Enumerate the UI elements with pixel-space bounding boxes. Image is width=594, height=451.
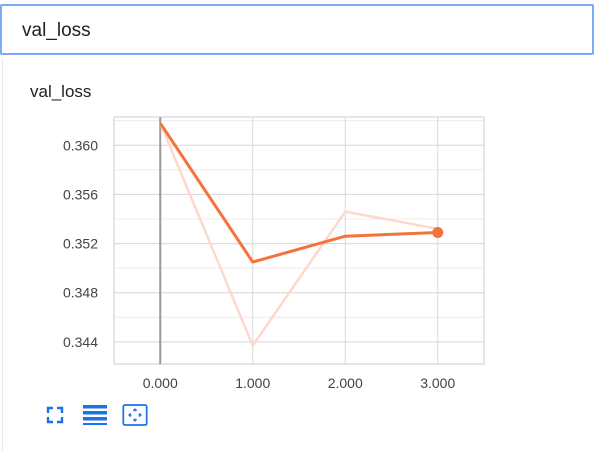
fit-domain-button[interactable]: [122, 402, 148, 428]
y-tick-label: 0.352: [63, 236, 98, 252]
tick-labels: 0.000 1.000 2.000 3.000 0.344 0.348 0.352 0.356…: [63, 137, 456, 391]
series-group: [159, 122, 444, 347]
fit-domain-icon: [122, 404, 148, 426]
grid: [114, 117, 484, 364]
last-point-marker: [432, 227, 444, 239]
line-chart: 0.000 1.000 2.000 3.000 0.344 0.348 0.352 0.356…: [63, 116, 485, 391]
fullscreen-button[interactable]: [42, 402, 68, 428]
y-tick-label: 0.344: [63, 334, 98, 350]
data-table-icon: [83, 405, 107, 425]
chart-toolbar: [42, 402, 148, 428]
y-tick-label: 0.360: [63, 137, 98, 153]
fullscreen-icon: [46, 406, 64, 424]
data-table-button[interactable]: [82, 402, 108, 428]
x-tick-label: 1.000: [235, 375, 270, 391]
y-tick-label: 0.356: [63, 186, 98, 202]
axes: [113, 116, 485, 365]
series-line-smoothed: [159, 122, 438, 264]
x-tick-label: 2.000: [328, 375, 363, 391]
y-tick-label: 0.348: [63, 285, 98, 301]
x-tick-label: 3.000: [420, 375, 455, 391]
x-tick-label: 0.000: [143, 375, 178, 391]
plot-frame: [113, 116, 485, 365]
